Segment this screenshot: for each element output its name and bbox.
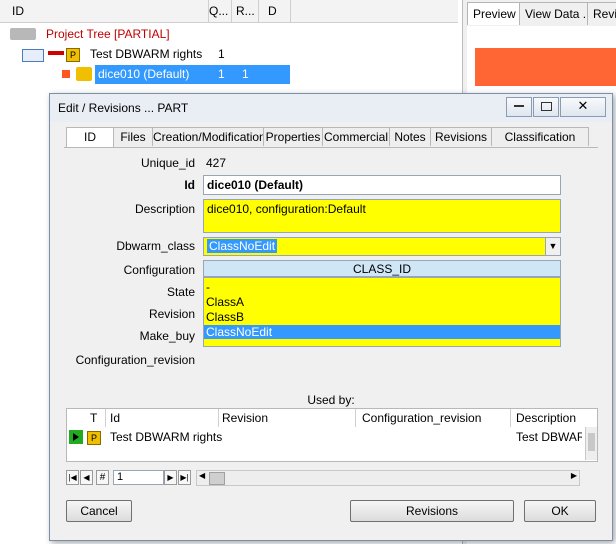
dropdown-option-selected[interactable]: ClassNoEdit [204,325,560,339]
dropdown-option[interactable]: - [204,280,560,294]
preview-image [475,48,616,86]
tab-files[interactable]: Files [113,127,153,146]
configuration-field-text: CLASS_ID [352,262,412,276]
maximize-icon [540,101,552,111]
row-revision [219,429,355,445]
row-id: Test DBWARM rights [110,430,223,444]
id-label: Id [184,178,195,192]
tab-properties[interactable]: Properties [263,127,323,146]
row-description: Test DBWARI [516,430,582,444]
scroll-left-icon[interactable]: ◀ [199,471,205,480]
configuration-label: Configuration [123,263,195,277]
tab-revisions[interactable]: Revi [587,2,616,25]
edit-revisions-dialog: Edit / Revisions ... PART ✕ ID Files Cre… [49,93,613,541]
grid-corner [67,409,88,427]
make-buy-label: Make_buy [139,329,195,343]
dbwarm-class-select[interactable]: ClassNoEdit ▼ [203,237,561,256]
page-hash-label: # [96,470,109,485]
grid-col-configuration-revision[interactable]: Configuration_revision [359,409,511,427]
tree-row-part[interactable]: dice010 (Default) 1 1 [58,65,290,84]
dialog-titlebar[interactable]: Edit / Revisions ... PART ✕ [50,94,612,122]
tab-notes[interactable]: Notes [389,127,431,146]
prev-page-button[interactable]: ◀ [80,470,93,485]
tree-label: Project Tree [PARTIAL] [46,27,170,41]
dialog-title: Edit / Revisions ... PART [58,101,189,115]
grid-col-id[interactable]: Id [107,409,219,427]
hscroll-thumb[interactable] [209,472,225,485]
tab-preview[interactable]: Preview [467,2,522,25]
used-by-grid: T Id Revision Configuration_revision Des… [66,408,598,462]
row-indicator [69,430,83,444]
id-field-text: dice010 (Default) [207,178,304,192]
grid-col-revision[interactable]: Revision [219,409,356,427]
state-label: State [166,285,195,299]
tab-commercial[interactable]: Commercial [322,127,390,146]
chevron-down-icon[interactable]: ▼ [545,238,560,255]
tree-q-value: 1 [218,67,225,81]
tree-selection: dice010 (Default) 1 1 [95,65,290,84]
tree-q-value: 1 [218,47,225,61]
dbwarm-class-dropdown-list: - ClassA ClassB ClassNoEdit [203,277,561,347]
configuration-field[interactable]: CLASS_ID [203,260,561,277]
dropdown-option[interactable]: ClassA [204,295,560,309]
used-by-title: Used by: [307,393,355,407]
minimize-button[interactable] [506,97,532,117]
part-icon [76,67,92,81]
minimize-icon [514,105,524,108]
tab-revisions[interactable]: Revisions [430,127,492,146]
first-page-button[interactable]: |◀ [66,470,79,485]
scroll-right-icon[interactable]: ▶ [571,471,577,480]
description-field-text: dice010, configuration:Default [207,202,366,216]
tree-col-d[interactable]: D [264,0,291,22]
tab-classification[interactable]: Classification [491,127,589,146]
description-field[interactable]: dice010, configuration:Default [203,199,561,233]
dbwarm-class-selected: ClassNoEdit [207,239,278,253]
tree-label: dice010 (Default) [98,67,190,81]
description-label: Description [134,202,195,216]
tree-col-id[interactable]: ID [8,0,209,22]
horizontal-scrollbar[interactable]: ◀ ▶ [196,470,580,486]
close-button[interactable]: ✕ [560,97,606,117]
folder-icon [22,49,44,62]
p-badge-icon: P [66,48,80,62]
revisions-button[interactable]: Revisions [350,500,514,522]
tree-row-project[interactable]: Project Tree [PARTIAL] [8,25,298,44]
close-icon: ✕ [577,98,589,113]
play-icon [73,433,79,441]
unique-id-label: Unique_id [140,156,195,170]
tree-header: ID Q... R... D [0,0,458,23]
grid-col-description[interactable]: Description [513,409,582,427]
row-configuration-revision [359,429,510,445]
dropdown-option[interactable]: ClassB [204,310,560,324]
id-field[interactable]: dice010 (Default) [203,175,561,195]
p-badge-icon: P [87,431,101,445]
tree-col-r[interactable]: R... [232,0,259,22]
tree-r-value: 1 [242,67,249,81]
revision-label: Revision [148,307,195,321]
ok-button[interactable]: OK [524,500,596,522]
red-arrow-icon [48,51,64,55]
grid-scrollbar[interactable] [585,427,597,460]
maximize-button[interactable] [533,97,559,117]
grid-col-t[interactable]: T [87,409,106,427]
page-number-input[interactable]: 1 [113,470,164,485]
cancel-button[interactable]: Cancel [66,500,132,522]
tab-creation-modification[interactable]: Creation/Modification [152,127,266,146]
last-page-button[interactable]: ▶| [178,470,191,485]
id-tab-panel: Unique_id 427 Id dice010 (Default) Descr… [64,147,598,496]
tree-body: Project Tree [PARTIAL] P Test DBWARM rig… [0,23,458,93]
tree-label: Test DBWARM rights [90,47,203,61]
next-page-button[interactable]: ▶ [164,470,177,485]
table-row[interactable]: P Test DBWARM rights Test DBWARI [67,429,585,445]
status-icon [62,70,70,78]
tab-id[interactable]: ID [66,127,114,148]
configuration-revision-label: Configuration_revision [75,353,195,367]
tree-row-assembly[interactable]: P Test DBWARM rights 1 [20,45,290,64]
drive-icon [10,28,36,40]
scroll-thumb[interactable] [588,433,595,451]
dbwarm-class-label: Dbwarm_class [116,239,195,253]
tree-col-q[interactable]: Q... [205,0,232,22]
unique-id-value: 427 [206,156,227,170]
